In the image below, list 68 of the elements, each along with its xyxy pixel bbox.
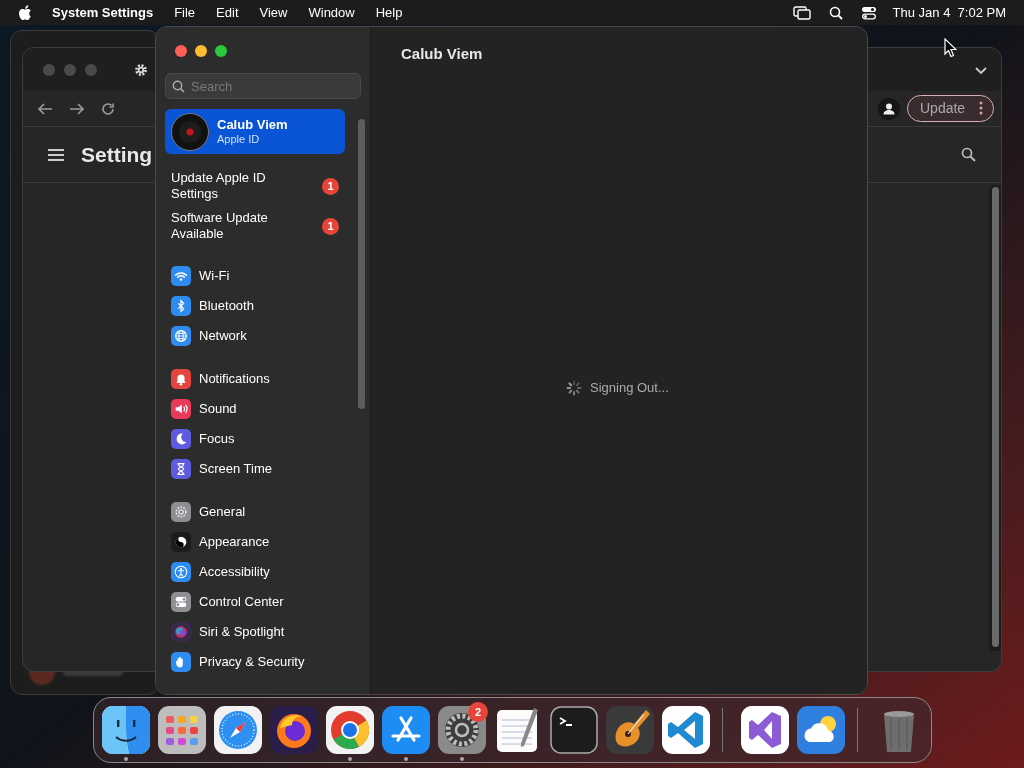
chevron-down-icon[interactable]: [975, 67, 987, 75]
sidebar-item[interactable]: Appearance: [171, 532, 355, 552]
status-text: Signing Out...: [590, 379, 669, 397]
dock-item[interactable]: 2: [438, 699, 486, 761]
menu-item[interactable]: File: [174, 2, 196, 23]
control-center-icon[interactable]: [860, 5, 877, 20]
back-arrow-icon[interactable]: [37, 101, 53, 116]
update-button[interactable]: Update: [907, 95, 994, 122]
app-grid-icon: [158, 706, 206, 754]
profile-icon[interactable]: [878, 98, 900, 120]
search-icon[interactable]: [828, 5, 843, 20]
close-button[interactable]: [175, 45, 187, 57]
account-item[interactable]: Calub Viem Apple ID: [165, 109, 345, 154]
ribbon-icon: [662, 706, 710, 754]
sidebar-item[interactable]: Screen Time: [171, 459, 355, 479]
sidebar-item[interactable]: Accessibility: [171, 562, 355, 582]
sidebar-item[interactable]: Privacy & Security: [171, 652, 355, 672]
search-field[interactable]: Search: [165, 73, 361, 99]
gear-icon[interactable]: [134, 62, 148, 77]
cloud-sun-icon: [796, 706, 845, 754]
forward-arrow-icon[interactable]: [69, 101, 85, 116]
more-options-icon[interactable]: [979, 101, 983, 115]
menu-item[interactable]: View: [259, 2, 288, 23]
account-subtitle: Apple ID: [217, 131, 261, 147]
clock[interactable]: Thu Jan 4 7:02 PM: [892, 2, 1006, 23]
gear-icon: [438, 706, 486, 754]
count-badge: 1: [322, 217, 339, 235]
ribbon-icon: [740, 706, 789, 754]
search-icon[interactable]: [961, 147, 976, 162]
app-menu[interactable]: System Settings: [52, 2, 154, 23]
menu-item[interactable]: Help: [375, 2, 403, 23]
sidebar-item[interactable]: Notifications: [171, 369, 355, 389]
sidebar-item[interactable]: General: [171, 502, 355, 522]
pointer-icon: [944, 38, 957, 58]
search-icon: [172, 80, 185, 93]
account-name: Calub Viem: [217, 116, 288, 132]
triangle-lines-icon: [382, 706, 430, 754]
page-title: Setting: [81, 141, 153, 168]
alert-item[interactable]: Update Apple ID Settings: [171, 170, 291, 202]
smiling-face-icon: [102, 706, 150, 754]
sidebar-item[interactable]: Bluetooth: [171, 296, 355, 316]
reload-icon[interactable]: [101, 101, 115, 116]
menu-item[interactable]: Window: [308, 2, 355, 23]
window-title: Calub Viem: [401, 44, 483, 64]
minimize-button[interactable]: [195, 45, 207, 57]
sidebar-item[interactable]: Sound: [171, 399, 355, 419]
compass-icon: [214, 706, 262, 754]
avatar-icon: [171, 112, 209, 151]
scrollbar[interactable]: [989, 185, 1001, 651]
sidebar-item[interactable]: Control Center: [171, 592, 355, 612]
count-badge: 1: [322, 177, 339, 195]
sidebar-item[interactable]: Wi-Fi: [171, 266, 355, 286]
alert-item[interactable]: Software Update Available: [171, 210, 291, 242]
menu-icon[interactable]: [47, 147, 65, 162]
sidebar-item[interactable]: Siri & Spotlight: [171, 622, 355, 642]
count-badge: 2: [468, 702, 488, 722]
terminal-icon: [550, 706, 598, 754]
scrollbar[interactable]: [358, 119, 365, 409]
apple-logo-icon[interactable]: [18, 4, 32, 21]
sidebar-item[interactable]: Network: [171, 326, 355, 346]
menu-item[interactable]: Edit: [216, 2, 239, 23]
spinner-icon: [566, 379, 582, 396]
zoom-button[interactable]: [215, 45, 227, 57]
screen-mirroring-icon[interactable]: [792, 5, 811, 20]
guitar-icon: [606, 706, 654, 754]
sidebar-item[interactable]: Focus: [171, 429, 355, 449]
ring-icon: [326, 706, 374, 754]
fox-globe-icon: [270, 706, 318, 754]
